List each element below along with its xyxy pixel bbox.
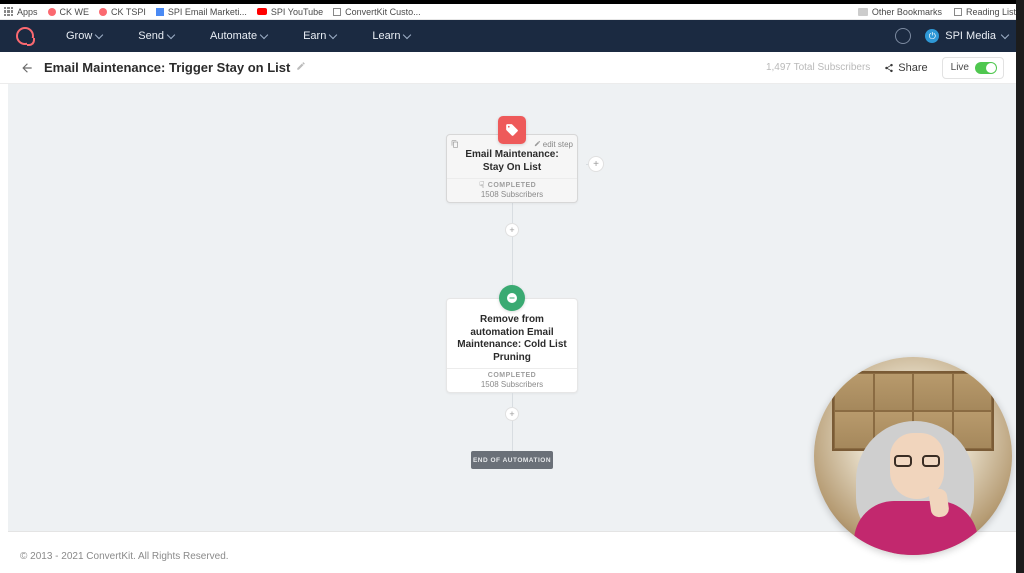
bookmark-spi-email[interactable]: SPI Email Marketi... <box>156 7 247 17</box>
chevron-down-icon <box>1001 31 1009 39</box>
edit-step-label: edit step <box>543 140 573 149</box>
copy-step-button[interactable] <box>451 140 459 148</box>
bookmark-spi-youtube[interactable]: SPI YouTube <box>257 7 323 17</box>
bookmark-label: CK WE <box>60 7 90 17</box>
share-button[interactable]: Share <box>884 62 927 74</box>
tag-icon <box>498 116 526 144</box>
nav-learn[interactable]: Learn <box>372 30 410 42</box>
pencil-icon <box>296 61 306 71</box>
edit-step-button[interactable]: edit step <box>534 140 573 149</box>
page-header: Email Maintenance: Trigger Stay on List … <box>0 52 1024 84</box>
bookmark-ck-tspi[interactable]: CK TSPI <box>99 7 146 17</box>
bookmark-ck-we[interactable]: CK WE <box>48 7 90 17</box>
remove-automation-icon <box>499 285 525 311</box>
chevron-down-icon <box>167 31 175 39</box>
connector-line <box>512 237 513 285</box>
chevron-down-icon <box>95 31 103 39</box>
bookmark-label: ConvertKit Custo... <box>345 7 421 17</box>
bookmark-label: SPI YouTube <box>271 7 323 17</box>
chevron-down-icon <box>329 31 337 39</box>
power-icon: ⏻ <box>925 29 939 43</box>
search-icon[interactable] <box>895 28 911 44</box>
status-completed: COMPLETED <box>451 372 573 379</box>
connector-line <box>512 393 513 407</box>
trigger-status: ☟ COMPLETED 1508 Subscribers <box>447 178 577 202</box>
status-completed: COMPLETED <box>451 182 573 189</box>
live-label: Live <box>951 62 969 73</box>
account-menu[interactable]: ⏻ SPI Media <box>925 29 1008 43</box>
total-subscribers: 1,497 Total Subscribers <box>766 62 870 73</box>
action-status: COMPLETED 1508 Subscribers <box>447 368 577 392</box>
apps-button[interactable]: Apps <box>4 7 38 17</box>
nav-earn[interactable]: Earn <box>303 30 336 42</box>
nav-grow[interactable]: Grow <box>66 30 102 42</box>
convertkit-icon <box>48 8 56 16</box>
arrow-left-icon <box>20 61 34 75</box>
flow-column: + edit step Email Maintenance: Stay On L… <box>446 134 578 469</box>
nav-label: Automate <box>210 30 257 42</box>
app-top-nav: Grow Send Automate Earn Learn ⏻ SPI Medi… <box>0 20 1024 52</box>
folder-icon <box>858 8 868 16</box>
nav-label: Send <box>138 30 164 42</box>
add-step-button[interactable]: + <box>505 407 519 421</box>
nav-label: Grow <box>66 30 92 42</box>
doc-icon <box>156 8 164 16</box>
trigger-step[interactable]: + edit step Email Maintenance: Stay On L… <box>446 134 578 203</box>
page-icon <box>333 8 341 16</box>
chevron-down-icon <box>403 31 411 39</box>
chevron-down-icon <box>260 31 268 39</box>
live-toggle-wrap: Live <box>942 57 1004 79</box>
convertkit-icon <box>99 8 107 16</box>
nav-automate[interactable]: Automate <box>210 30 267 42</box>
cursor-icon: ☟ <box>479 180 484 191</box>
action-title: Remove from automation Email Maintenance… <box>455 314 569 364</box>
action-step[interactable]: Remove from automation Email Maintenance… <box>446 298 578 393</box>
share-icon <box>884 63 894 73</box>
reading-list[interactable]: Reading List <box>954 7 1016 17</box>
convertkit-logo-icon[interactable] <box>16 27 34 45</box>
status-subscribers: 1508 Subscribers <box>451 190 573 199</box>
other-bookmarks[interactable]: Other Bookmarks <box>858 7 942 17</box>
edit-title-button[interactable] <box>296 61 306 74</box>
end-of-automation: END OF AUTOMATION <box>471 451 553 469</box>
apps-label: Apps <box>17 7 38 17</box>
add-trigger-button[interactable]: + <box>588 156 604 172</box>
reading-list-label: Reading List <box>966 7 1016 17</box>
apps-grid-icon <box>4 7 13 16</box>
youtube-icon <box>257 8 267 15</box>
account-name: SPI Media <box>945 30 996 42</box>
other-bookmarks-label: Other Bookmarks <box>872 7 942 17</box>
list-icon <box>954 8 962 16</box>
status-subscribers: 1508 Subscribers <box>451 380 573 389</box>
bookmark-label: SPI Email Marketi... <box>168 7 247 17</box>
bookmark-convertkit-custo[interactable]: ConvertKit Custo... <box>333 7 421 17</box>
connector-line <box>512 421 513 451</box>
page-title: Email Maintenance: Trigger Stay on List <box>44 60 290 75</box>
nav-label: Learn <box>372 30 400 42</box>
webcam-overlay <box>814 357 1012 555</box>
share-label: Share <box>898 62 927 74</box>
end-label: END OF AUTOMATION <box>473 457 551 464</box>
copyright: © 2013 - 2021 ConvertKit. All Rights Res… <box>20 551 229 562</box>
add-step-button[interactable]: + <box>505 223 519 237</box>
bookmark-label: CK TSPI <box>111 7 146 17</box>
pencil-icon <box>534 140 541 149</box>
nav-send[interactable]: Send <box>138 30 174 42</box>
back-button[interactable] <box>20 61 34 75</box>
nav-menu: Grow Send Automate Earn Learn <box>66 30 410 42</box>
live-toggle[interactable] <box>975 62 997 74</box>
copy-icon <box>451 140 459 148</box>
bookmarks-bar: Apps CK WE CK TSPI SPI Email Marketi... … <box>0 4 1024 20</box>
trigger-title: Email Maintenance: Stay On List <box>455 149 569 174</box>
nav-label: Earn <box>303 30 326 42</box>
trigger-card[interactable]: edit step Email Maintenance: Stay On Lis… <box>446 134 578 203</box>
browser-scrollbar[interactable] <box>1016 0 1024 573</box>
connector-line <box>512 203 513 223</box>
